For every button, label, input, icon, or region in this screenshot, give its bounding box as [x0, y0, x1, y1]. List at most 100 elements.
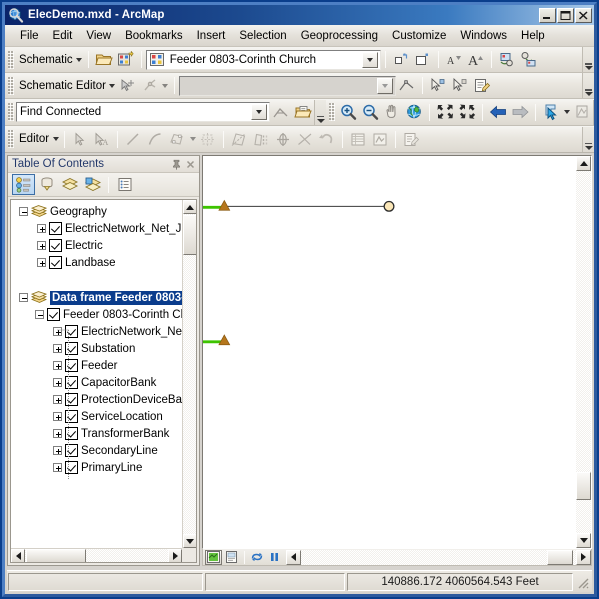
- pause-drawing-button[interactable]: [266, 550, 283, 565]
- edit-link-vertex-button[interactable]: [396, 75, 418, 96]
- zoom-to-selected-schematic-feature-button[interactable]: [390, 49, 412, 70]
- minimize-button[interactable]: [539, 7, 556, 23]
- toolbar-grip[interactable]: [329, 103, 335, 121]
- layout-view-button[interactable]: [223, 550, 240, 565]
- undo-rotate-icon-button[interactable]: [316, 129, 338, 150]
- menu-insert[interactable]: Insert: [190, 27, 233, 45]
- fixed-zoom-in-button[interactable]: [434, 102, 456, 123]
- layer-visibility-checkbox[interactable]: [65, 444, 78, 457]
- sketch-properties-button[interactable]: [369, 129, 391, 150]
- menu-geoprocessing[interactable]: Geoprocessing: [294, 27, 385, 45]
- resize-grip-icon[interactable]: [574, 574, 590, 590]
- pan-button[interactable]: [381, 102, 403, 123]
- select-schematic-feature-button[interactable]: [427, 75, 449, 96]
- toc-scroll-up-button[interactable]: [183, 200, 196, 214]
- menu-file[interactable]: File: [13, 27, 46, 45]
- toc-layer-substation[interactable]: Substation: [13, 340, 182, 357]
- map-horizontal-scrollbar[interactable]: [286, 549, 591, 565]
- expander-expand-icon[interactable]: [35, 239, 48, 252]
- trace-task-chevron-down-icon[interactable]: [251, 104, 267, 120]
- toc-layer-secondaryline[interactable]: SecondaryLine: [13, 442, 182, 459]
- schematic-diagram-dropdown-chevron-down-icon[interactable]: [361, 51, 378, 68]
- menu-help[interactable]: Help: [514, 27, 552, 45]
- expander-expand-icon[interactable]: [35, 222, 48, 235]
- select-features-button[interactable]: [540, 102, 562, 123]
- expander-collapse-icon[interactable]: [17, 205, 30, 218]
- map-selection-to-schematic-button[interactable]: [518, 49, 540, 70]
- rotate-button[interactable]: [272, 129, 294, 150]
- schematic-editor-task-combo[interactable]: [178, 75, 396, 96]
- menu-windows[interactable]: Windows: [453, 27, 514, 45]
- layer-visibility-checkbox[interactable]: [65, 393, 78, 406]
- cut-polygons-button[interactable]: [228, 129, 250, 150]
- toc-group-feeder-0803-corinth-church[interactable]: Feeder 0803-Corinth Chur: [13, 306, 182, 323]
- schematic-diagram-combo[interactable]: Feeder 0803-Corinth Church: [145, 49, 381, 70]
- expander-expand-icon[interactable]: [51, 359, 64, 372]
- schematic-editor-menu-chevron-down-icon[interactable]: [108, 78, 117, 94]
- schematic-editor-menu-label[interactable]: Schematic Editor: [16, 80, 108, 92]
- schematic-attributes-button[interactable]: [471, 75, 493, 96]
- zoom-out-button[interactable]: [359, 102, 381, 123]
- editor-menu-chevron-down-icon[interactable]: [51, 131, 60, 147]
- create-features-button[interactable]: [400, 129, 422, 150]
- editor-menu-label[interactable]: Editor: [16, 133, 51, 145]
- reduce-node-chevron-down-icon[interactable]: [161, 78, 170, 94]
- menu-customize[interactable]: Customize: [385, 27, 453, 45]
- list-by-visibility-button[interactable]: [58, 174, 81, 195]
- zoom-in-button[interactable]: [337, 102, 359, 123]
- menu-bookmarks[interactable]: Bookmarks: [118, 27, 190, 45]
- map-scroll-down-button[interactable]: [576, 533, 591, 548]
- menu-edit[interactable]: Edit: [46, 27, 80, 45]
- map-horizontal-scroll-thumb[interactable]: [547, 549, 573, 565]
- reduce-node-button[interactable]: [139, 75, 161, 96]
- edit-tool-button[interactable]: [69, 129, 91, 150]
- tools-toolbar-overflow-button[interactable]: [593, 99, 594, 125]
- map-vertical-scroll-thumb[interactable]: [576, 472, 591, 500]
- toolbar-grip[interactable]: [8, 130, 14, 148]
- full-extent-button[interactable]: [403, 102, 425, 123]
- toc-horizontal-scroll-thumb[interactable]: [26, 549, 86, 562]
- straight-segment-button[interactable]: [122, 129, 144, 150]
- toc-horizontal-scrollbar[interactable]: [11, 548, 182, 562]
- toc-scroll-down-button[interactable]: [183, 534, 196, 548]
- layer-visibility-checkbox[interactable]: [49, 239, 62, 252]
- toolbar-grip[interactable]: [8, 76, 14, 95]
- expander-collapse-icon[interactable]: [33, 308, 46, 321]
- expander-expand-icon[interactable]: [51, 342, 64, 355]
- fixed-zoom-out-button[interactable]: [456, 102, 478, 123]
- unselect-schematic-feature-button[interactable]: [449, 75, 471, 96]
- list-by-drawing-order-button[interactable]: [12, 174, 35, 195]
- reshape-feature-button[interactable]: [197, 129, 219, 150]
- split-tool-button[interactable]: [250, 129, 272, 150]
- toc-vertical-scroll-thumb[interactable]: [183, 215, 196, 255]
- toc-layer-primaryline[interactable]: PrimaryLine: [13, 459, 182, 476]
- mirror-features-button[interactable]: [294, 129, 316, 150]
- list-by-source-button[interactable]: [35, 174, 58, 195]
- trace-task-combo[interactable]: Find Connected: [16, 102, 270, 122]
- toc-layer-electric[interactable]: Electric: [13, 237, 182, 254]
- toc-layer-electricnetwork-net-j[interactable]: ElectricNetwork_Net_J: [13, 323, 182, 340]
- layer-visibility-checkbox[interactable]: [65, 427, 78, 440]
- maximize-button[interactable]: [557, 7, 574, 23]
- pushpin-icon[interactable]: [169, 157, 183, 171]
- trace-results-button[interactable]: [292, 102, 314, 123]
- map-canvas[interactable]: [203, 156, 576, 548]
- toolbar-grip[interactable]: [8, 50, 14, 69]
- toc-layer-protectiondevicebank[interactable]: ProtectionDeviceBank: [13, 391, 182, 408]
- solve-trace-button[interactable]: [270, 102, 292, 123]
- toc-layer-feeder[interactable]: Feeder: [13, 357, 182, 374]
- expander-collapse-icon[interactable]: [17, 291, 30, 304]
- new-diagram-button[interactable]: [115, 49, 137, 70]
- data-view-button[interactable]: [205, 549, 222, 565]
- schematic-editor-toolbar-overflow-button[interactable]: [582, 73, 594, 98]
- map-scroll-left-button[interactable]: [286, 549, 301, 565]
- toolbar-grip[interactable]: [8, 103, 14, 121]
- increase-label-size-button[interactable]: A: [465, 49, 487, 70]
- clear-selected-features-button[interactable]: [571, 102, 593, 123]
- map-scroll-up-button[interactable]: [576, 156, 591, 171]
- toc-options-button[interactable]: [113, 174, 136, 195]
- schematic-editor-task-chevron-down-icon[interactable]: [376, 77, 393, 94]
- edit-vertices-button[interactable]: [166, 129, 188, 150]
- select-features-chevron-down-icon[interactable]: [562, 104, 571, 120]
- toc-layer-landbase[interactable]: Landbase: [13, 254, 182, 271]
